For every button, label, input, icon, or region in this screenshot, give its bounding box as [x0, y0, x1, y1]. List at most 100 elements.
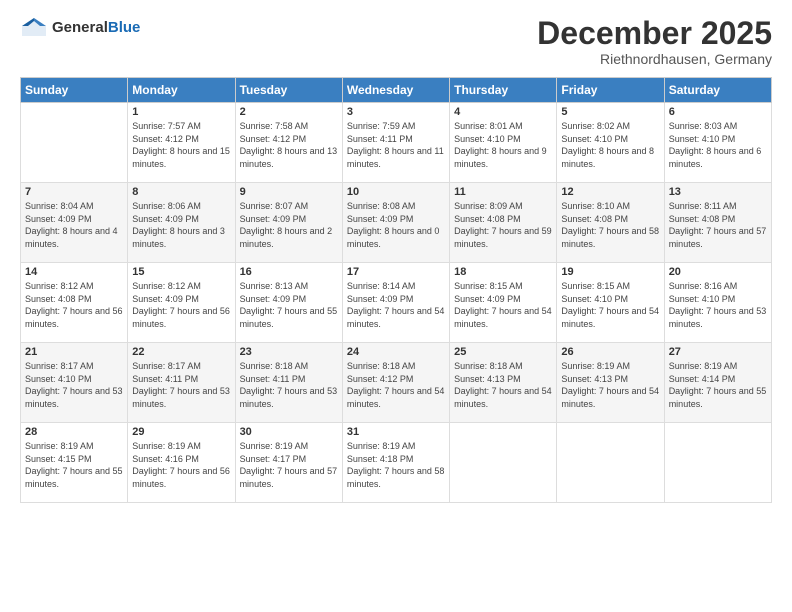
calendar-subtitle: Riethnordhausen, Germany: [537, 51, 772, 67]
day-number: 28: [25, 426, 123, 438]
day-number: 25: [454, 346, 552, 358]
day-number: 22: [132, 346, 230, 358]
calendar-title: December 2025: [537, 16, 772, 51]
logo: General Blue: [20, 16, 140, 38]
table-row: 25 Sunrise: 8:18 AMSunset: 4:13 PMDaylig…: [450, 343, 557, 423]
table-row: 8 Sunrise: 8:06 AMSunset: 4:09 PMDayligh…: [128, 183, 235, 263]
day-info: Sunrise: 8:06 AMSunset: 4:09 PMDaylight:…: [132, 200, 230, 250]
day-number: 13: [669, 186, 767, 198]
table-row: 5 Sunrise: 8:02 AMSunset: 4:10 PMDayligh…: [557, 103, 664, 183]
table-row: 14 Sunrise: 8:12 AMSunset: 4:08 PMDaylig…: [21, 263, 128, 343]
day-number: 5: [561, 106, 659, 118]
day-info: Sunrise: 8:17 AMSunset: 4:10 PMDaylight:…: [25, 360, 123, 410]
table-row: [664, 423, 771, 503]
day-number: 29: [132, 426, 230, 438]
day-number: 19: [561, 266, 659, 278]
col-friday: Friday: [557, 78, 664, 103]
day-number: 26: [561, 346, 659, 358]
col-thursday: Thursday: [450, 78, 557, 103]
col-saturday: Saturday: [664, 78, 771, 103]
table-row: 22 Sunrise: 8:17 AMSunset: 4:11 PMDaylig…: [128, 343, 235, 423]
day-info: Sunrise: 8:12 AMSunset: 4:08 PMDaylight:…: [25, 280, 123, 330]
col-tuesday: Tuesday: [235, 78, 342, 103]
table-row: 6 Sunrise: 8:03 AMSunset: 4:10 PMDayligh…: [664, 103, 771, 183]
calendar-week-row: 7 Sunrise: 8:04 AMSunset: 4:09 PMDayligh…: [21, 183, 772, 263]
table-row: 21 Sunrise: 8:17 AMSunset: 4:10 PMDaylig…: [21, 343, 128, 423]
day-info: Sunrise: 8:11 AMSunset: 4:08 PMDaylight:…: [669, 200, 767, 250]
day-info: Sunrise: 8:02 AMSunset: 4:10 PMDaylight:…: [561, 120, 659, 170]
calendar-week-row: 28 Sunrise: 8:19 AMSunset: 4:15 PMDaylig…: [21, 423, 772, 503]
day-info: Sunrise: 8:19 AMSunset: 4:13 PMDaylight:…: [561, 360, 659, 410]
day-number: 14: [25, 266, 123, 278]
title-block: December 2025 Riethnordhausen, Germany: [537, 16, 772, 67]
table-row: 20 Sunrise: 8:16 AMSunset: 4:10 PMDaylig…: [664, 263, 771, 343]
day-info: Sunrise: 8:15 AMSunset: 4:09 PMDaylight:…: [454, 280, 552, 330]
table-row: 4 Sunrise: 8:01 AMSunset: 4:10 PMDayligh…: [450, 103, 557, 183]
logo-text-block: General Blue: [52, 19, 140, 36]
table-row: 17 Sunrise: 8:14 AMSunset: 4:09 PMDaylig…: [342, 263, 449, 343]
day-info: Sunrise: 8:19 AMSunset: 4:16 PMDaylight:…: [132, 440, 230, 490]
table-row: 24 Sunrise: 8:18 AMSunset: 4:12 PMDaylig…: [342, 343, 449, 423]
table-row: 30 Sunrise: 8:19 AMSunset: 4:17 PMDaylig…: [235, 423, 342, 503]
day-number: 27: [669, 346, 767, 358]
table-row: [450, 423, 557, 503]
table-row: 9 Sunrise: 8:07 AMSunset: 4:09 PMDayligh…: [235, 183, 342, 263]
day-info: Sunrise: 8:19 AMSunset: 4:14 PMDaylight:…: [669, 360, 767, 410]
day-info: Sunrise: 8:04 AMSunset: 4:09 PMDaylight:…: [25, 200, 123, 250]
day-info: Sunrise: 8:18 AMSunset: 4:11 PMDaylight:…: [240, 360, 338, 410]
day-info: Sunrise: 7:58 AMSunset: 4:12 PMDaylight:…: [240, 120, 338, 170]
day-number: 24: [347, 346, 445, 358]
table-row: 29 Sunrise: 8:19 AMSunset: 4:16 PMDaylig…: [128, 423, 235, 503]
table-row: 23 Sunrise: 8:18 AMSunset: 4:11 PMDaylig…: [235, 343, 342, 423]
day-info: Sunrise: 8:18 AMSunset: 4:12 PMDaylight:…: [347, 360, 445, 410]
logo-general: General: [52, 19, 108, 36]
day-info: Sunrise: 8:17 AMSunset: 4:11 PMDaylight:…: [132, 360, 230, 410]
calendar-week-row: 1 Sunrise: 7:57 AMSunset: 4:12 PMDayligh…: [21, 103, 772, 183]
day-number: 11: [454, 186, 552, 198]
header-row: Sunday Monday Tuesday Wednesday Thursday…: [21, 78, 772, 103]
day-info: Sunrise: 8:01 AMSunset: 4:10 PMDaylight:…: [454, 120, 552, 170]
table-row: 3 Sunrise: 7:59 AMSunset: 4:11 PMDayligh…: [342, 103, 449, 183]
col-sunday: Sunday: [21, 78, 128, 103]
day-info: Sunrise: 7:59 AMSunset: 4:11 PMDaylight:…: [347, 120, 445, 170]
day-info: Sunrise: 8:10 AMSunset: 4:08 PMDaylight:…: [561, 200, 659, 250]
calendar-table: Sunday Monday Tuesday Wednesday Thursday…: [20, 77, 772, 503]
calendar-week-row: 14 Sunrise: 8:12 AMSunset: 4:08 PMDaylig…: [21, 263, 772, 343]
table-row: [21, 103, 128, 183]
calendar-week-row: 21 Sunrise: 8:17 AMSunset: 4:10 PMDaylig…: [21, 343, 772, 423]
day-info: Sunrise: 8:12 AMSunset: 4:09 PMDaylight:…: [132, 280, 230, 330]
day-number: 31: [347, 426, 445, 438]
day-info: Sunrise: 8:13 AMSunset: 4:09 PMDaylight:…: [240, 280, 338, 330]
table-row: [557, 423, 664, 503]
table-row: 15 Sunrise: 8:12 AMSunset: 4:09 PMDaylig…: [128, 263, 235, 343]
table-row: 1 Sunrise: 7:57 AMSunset: 4:12 PMDayligh…: [128, 103, 235, 183]
day-number: 15: [132, 266, 230, 278]
table-row: 2 Sunrise: 7:58 AMSunset: 4:12 PMDayligh…: [235, 103, 342, 183]
col-wednesday: Wednesday: [342, 78, 449, 103]
day-info: Sunrise: 8:14 AMSunset: 4:09 PMDaylight:…: [347, 280, 445, 330]
table-row: 27 Sunrise: 8:19 AMSunset: 4:14 PMDaylig…: [664, 343, 771, 423]
table-row: 28 Sunrise: 8:19 AMSunset: 4:15 PMDaylig…: [21, 423, 128, 503]
day-number: 20: [669, 266, 767, 278]
logo-icon: [20, 16, 48, 38]
header: General Blue December 2025 Riethnordhaus…: [20, 16, 772, 67]
day-number: 4: [454, 106, 552, 118]
day-info: Sunrise: 8:07 AMSunset: 4:09 PMDaylight:…: [240, 200, 338, 250]
day-info: Sunrise: 8:19 AMSunset: 4:15 PMDaylight:…: [25, 440, 123, 490]
day-info: Sunrise: 8:16 AMSunset: 4:10 PMDaylight:…: [669, 280, 767, 330]
day-number: 23: [240, 346, 338, 358]
table-row: 7 Sunrise: 8:04 AMSunset: 4:09 PMDayligh…: [21, 183, 128, 263]
day-info: Sunrise: 8:03 AMSunset: 4:10 PMDaylight:…: [669, 120, 767, 170]
table-row: 13 Sunrise: 8:11 AMSunset: 4:08 PMDaylig…: [664, 183, 771, 263]
day-number: 6: [669, 106, 767, 118]
table-row: 10 Sunrise: 8:08 AMSunset: 4:09 PMDaylig…: [342, 183, 449, 263]
day-number: 18: [454, 266, 552, 278]
day-info: Sunrise: 7:57 AMSunset: 4:12 PMDaylight:…: [132, 120, 230, 170]
table-row: 26 Sunrise: 8:19 AMSunset: 4:13 PMDaylig…: [557, 343, 664, 423]
col-monday: Monday: [128, 78, 235, 103]
day-number: 21: [25, 346, 123, 358]
day-number: 9: [240, 186, 338, 198]
page: General Blue December 2025 Riethnordhaus…: [0, 0, 792, 612]
logo-blue: Blue: [108, 19, 141, 36]
day-info: Sunrise: 8:15 AMSunset: 4:10 PMDaylight:…: [561, 280, 659, 330]
